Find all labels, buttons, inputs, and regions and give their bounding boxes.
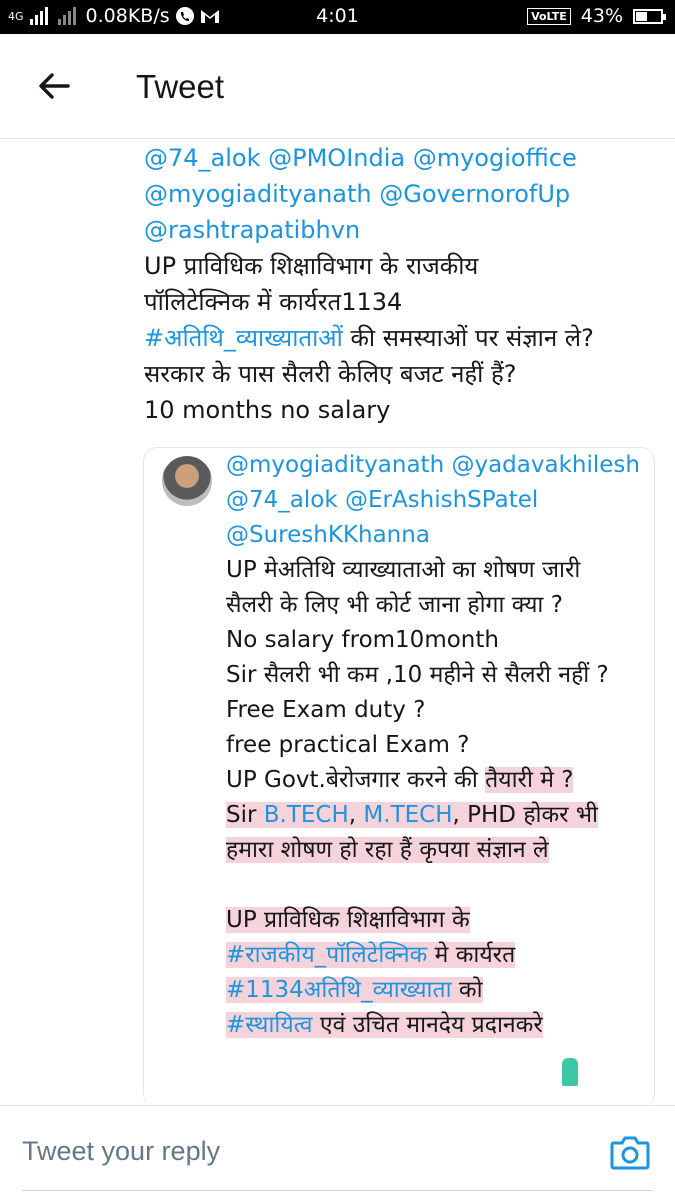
quoted-text-line: No salary from10month <box>226 627 499 653</box>
hashtag-link[interactable]: #स्थायित्व <box>226 1012 313 1038</box>
btech-link[interactable]: B.TECH <box>264 802 349 828</box>
quoted-text-line: Free Exam duty ? <box>226 697 426 723</box>
app-bar: Tweet <box>0 34 675 139</box>
highlighted-text: UP प्राविधिक शिक्षाविभाग के <box>226 907 470 933</box>
tweet-mentions[interactable]: @74_alok @PMOIndia @myogioffice <box>144 140 664 176</box>
tweet-text-line: पॉलिटेक्निक में कार्यरत1134 <box>144 288 403 316</box>
quoted-text-fragment: UP Govt.बेरोजगार करने की <box>226 767 486 793</box>
quoted-text-line: UP Govt.बेरोजगार करने की तैयारी मे ? <box>226 763 646 798</box>
tweet-text-line: #अतिथि_व्याख्याताओं की समस्याओं पर संज्ञ… <box>144 320 664 356</box>
tweet-mentions[interactable]: @myogiadityanath @GovernorofUp <box>144 176 664 212</box>
quoted-text-line: Sir B.TECH, M.TECH, PHD होकर भी <box>226 798 646 833</box>
tweet-mentions[interactable]: @rashtrapatibhvn <box>144 212 664 248</box>
quoted-mentions[interactable]: @74_alok @ErAshishSPatel <box>226 483 646 518</box>
tweet-text-line: सरकार के पास सैलरी केलिए बजट नहीं हैं? <box>144 360 517 388</box>
quoted-mentions[interactable]: @SureshKKhanna <box>226 518 646 553</box>
text-cursor-handle[interactable] <box>562 1058 578 1086</box>
quoted-text-line: सैलरी के लिए भी कोर्ट जाना होगा क्या ? <box>226 592 563 618</box>
hashtag-link[interactable]: #1134अतिथि_व्याख्याता <box>226 977 452 1003</box>
quoted-text-line: #1134अतिथि_व्याख्याता को <box>226 973 646 1008</box>
tweet-text-line: 10 months no salary <box>144 396 391 424</box>
quoted-text-line: हमारा शोषण हो रहा हैं कृपया संज्ञान ले <box>226 833 646 868</box>
tweet-text-fragment: की समस्याओं पर संज्ञान ले? <box>342 324 594 352</box>
quoted-text-line: UP मेअतिथि व्याख्याताओ का शोषण जारी <box>226 557 581 583</box>
hashtag-link[interactable]: #अतिथि_व्याख्याताओं <box>144 324 343 352</box>
arrow-left-icon[interactable] <box>32 64 76 108</box>
tweet-body: @74_alok @PMOIndia @myogioffice @myogiad… <box>144 140 664 428</box>
reply-input[interactable]: Tweet your reply <box>22 1136 220 1167</box>
quoted-text-fragment: एवं उचित मानदेय प्रदानकरे <box>312 1012 543 1038</box>
quoted-text-line: Sir सैलरी भी कम ,10 महीने से सैलरी नहीं … <box>226 662 609 688</box>
highlighted-text: तैयारी मे ? <box>485 767 574 793</box>
quoted-text-line: free practical Exam ? <box>226 732 470 758</box>
quoted-text-line: #स्थायित्व एवं उचित मानदेय प्रदानकरे <box>226 1008 646 1043</box>
status-bar: 4G 0.08KB/s 4:01 VoLTE 43% <box>0 0 675 34</box>
volte-badge: VoLTE <box>527 7 571 25</box>
avatar[interactable] <box>162 456 212 506</box>
camera-icon[interactable] <box>610 1134 650 1170</box>
quoted-text-fragment: Sir <box>226 802 264 828</box>
page-title: Tweet <box>136 68 225 105</box>
quoted-text-fragment: , PHD होकर भी <box>452 802 599 828</box>
hashtag-link[interactable]: #राजकीय_पॉलिटेक्निक <box>226 942 427 968</box>
quoted-tweet-card[interactable]: @myogiadityanath @yadavakhilesh @74_alok… <box>143 447 655 1108</box>
quoted-text-line: UP प्राविधिक शिक्षाविभाग के <box>226 903 646 938</box>
battery-icon <box>633 8 666 24</box>
highlighted-text: हमारा शोषण हो रहा हैं कृपया संज्ञान ले <box>226 837 549 863</box>
quoted-text-fragment: को <box>451 977 483 1003</box>
battery-percent: 43% <box>580 5 623 27</box>
quoted-text-fragment: , <box>348 802 364 828</box>
quoted-mentions[interactable]: @myogiadityanath @yadavakhilesh <box>226 448 646 483</box>
tweet-text-line: UP प्राविधिक शिक्षाविभाग के राजकीय <box>144 252 479 280</box>
mtech-link[interactable]: M.TECH <box>363 802 452 828</box>
quoted-text-fragment: मे कार्यरत <box>427 942 516 968</box>
quoted-tweet-text: @myogiadityanath @yadavakhilesh @74_alok… <box>226 448 646 1043</box>
quoted-text-line: #राजकीय_पॉलिटेक्निक मे कार्यरत <box>226 938 646 973</box>
reply-input-underline <box>22 1190 653 1191</box>
reply-bar: Tweet your reply <box>0 1105 675 1201</box>
